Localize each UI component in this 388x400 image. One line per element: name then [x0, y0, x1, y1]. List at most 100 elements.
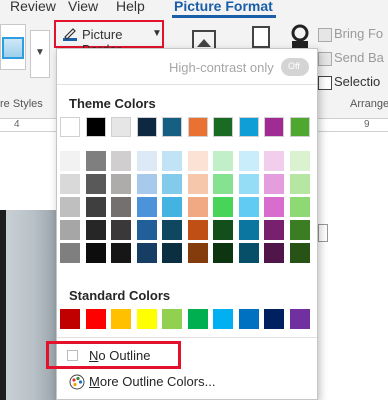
- theme-colors-title: Theme Colors: [69, 96, 156, 111]
- theme-shade-swatch[interactable]: [187, 197, 208, 217]
- theme-shade-swatch[interactable]: [136, 151, 157, 171]
- theme-shade-swatch[interactable]: [289, 220, 310, 240]
- theme-shade-swatch[interactable]: [213, 243, 233, 263]
- no-outline-menu-item[interactable]: No Outline: [46, 341, 181, 369]
- standard-color-swatch[interactable]: [162, 309, 182, 329]
- theme-shade-swatch[interactable]: [264, 174, 284, 194]
- more-outline-colors-label: More Outline Colors...: [89, 374, 216, 389]
- alt-text-icon[interactable]: [252, 26, 270, 48]
- standard-color-swatch[interactable]: [264, 309, 284, 329]
- theme-shade-swatch[interactable]: [187, 220, 208, 240]
- theme-shade-swatch[interactable]: [264, 151, 284, 171]
- theme-shade-swatch[interactable]: [264, 197, 284, 217]
- tab-picture-format[interactable]: Picture Format: [174, 0, 273, 14]
- standard-color-swatch[interactable]: [213, 309, 233, 329]
- theme-shade-swatch[interactable]: [85, 243, 106, 263]
- send-backward-button[interactable]: Send Ba: [334, 50, 384, 65]
- theme-shade-swatch[interactable]: [162, 174, 182, 194]
- no-outline-swatch-icon: [67, 350, 78, 361]
- theme-color-swatch[interactable]: [187, 117, 208, 137]
- picture-style-preview-icon: [2, 37, 24, 59]
- theme-shade-swatch[interactable]: [289, 197, 310, 217]
- theme-shade-swatch[interactable]: [213, 151, 233, 171]
- standard-color-swatch[interactable]: [187, 309, 208, 329]
- divider: [57, 84, 317, 85]
- theme-shade-swatch[interactable]: [85, 220, 106, 240]
- theme-shade-swatch[interactable]: [136, 220, 157, 240]
- theme-color-swatch[interactable]: [60, 117, 80, 137]
- theme-shade-swatch[interactable]: [60, 197, 80, 217]
- theme-color-swatch[interactable]: [85, 117, 106, 137]
- standard-color-swatch[interactable]: [85, 309, 106, 329]
- theme-shade-swatch[interactable]: [60, 151, 80, 171]
- theme-shade-swatch[interactable]: [238, 197, 259, 217]
- tab-view[interactable]: View: [68, 0, 98, 14]
- toggle-state-label: Off: [288, 61, 300, 71]
- standard-color-swatch[interactable]: [238, 309, 259, 329]
- theme-shade-swatch[interactable]: [289, 151, 310, 171]
- theme-color-swatch[interactable]: [162, 117, 182, 137]
- theme-shade-swatch[interactable]: [162, 243, 182, 263]
- selection-pane-icon[interactable]: [290, 24, 310, 50]
- theme-color-swatch[interactable]: [264, 117, 284, 137]
- theme-shade-swatch[interactable]: [162, 151, 182, 171]
- theme-shade-swatch[interactable]: [85, 151, 106, 171]
- divider: [57, 337, 317, 338]
- theme-shade-swatch[interactable]: [238, 174, 259, 194]
- theme-shade-swatch[interactable]: [187, 151, 208, 171]
- theme-shade-swatch[interactable]: [187, 174, 208, 194]
- selected-picture[interactable]: [0, 210, 56, 400]
- theme-shade-swatch[interactable]: [289, 243, 310, 263]
- bring-forward-button[interactable]: Bring Fo: [334, 26, 383, 41]
- theme-shade-swatch[interactable]: [111, 220, 131, 240]
- theme-shade-swatch[interactable]: [60, 243, 80, 263]
- standard-color-swatch[interactable]: [136, 309, 157, 329]
- tab-help[interactable]: Help: [116, 0, 145, 14]
- theme-color-swatch[interactable]: [136, 117, 157, 137]
- tab-review[interactable]: Review: [10, 0, 56, 14]
- high-contrast-toggle[interactable]: Off: [281, 58, 309, 76]
- theme-shade-swatch[interactable]: [162, 197, 182, 217]
- ruler-tick-label: 4: [14, 119, 20, 130]
- theme-shade-swatch[interactable]: [213, 174, 233, 194]
- ruler-tick-label: 9: [364, 119, 370, 130]
- theme-shade-swatch[interactable]: [60, 220, 80, 240]
- theme-shade-swatch[interactable]: [238, 243, 259, 263]
- standard-color-swatch[interactable]: [111, 309, 131, 329]
- theme-color-swatch[interactable]: [289, 117, 310, 137]
- theme-shade-swatch[interactable]: [213, 197, 233, 217]
- group-label-arrange: Arrange: [350, 98, 388, 110]
- picture-icon[interactable]: [192, 30, 216, 50]
- theme-shade-swatch[interactable]: [264, 243, 284, 263]
- theme-shade-swatch[interactable]: [111, 151, 131, 171]
- selection-pane-button[interactable]: Selectio: [334, 74, 380, 89]
- theme-shade-swatch[interactable]: [162, 220, 182, 240]
- theme-shade-swatch[interactable]: [213, 220, 233, 240]
- theme-shade-swatch[interactable]: [136, 243, 157, 263]
- theme-shade-swatch[interactable]: [264, 220, 284, 240]
- theme-shade-swatch[interactable]: [111, 197, 131, 217]
- selection-pane-small-icon: [318, 76, 332, 90]
- theme-color-swatch[interactable]: [213, 117, 233, 137]
- theme-color-swatch[interactable]: [238, 117, 259, 137]
- theme-shade-swatch[interactable]: [136, 197, 157, 217]
- theme-shade-swatch[interactable]: [238, 220, 259, 240]
- theme-shade-swatch[interactable]: [289, 174, 310, 194]
- picture-border-button[interactable]: Picture Border ▼: [54, 20, 164, 57]
- theme-shade-swatch[interactable]: [136, 174, 157, 194]
- more-outline-colors-menu-item[interactable]: More Outline Colors...: [57, 371, 317, 393]
- theme-shade-swatch[interactable]: [111, 243, 131, 263]
- theme-shade-swatch[interactable]: [238, 151, 259, 171]
- theme-color-swatch[interactable]: [111, 117, 131, 137]
- theme-shade-swatch[interactable]: [60, 174, 80, 194]
- standard-color-swatch[interactable]: [60, 309, 80, 329]
- theme-shade-swatch[interactable]: [187, 243, 208, 263]
- standard-color-swatch[interactable]: [289, 309, 310, 329]
- theme-shade-swatch[interactable]: [111, 174, 131, 194]
- theme-shade-swatch[interactable]: [85, 197, 106, 217]
- theme-shade-swatch[interactable]: [85, 174, 106, 194]
- gallery-more-button[interactable]: ▼: [30, 30, 50, 78]
- picture-style-thumbnail[interactable]: [0, 24, 26, 70]
- resize-handle[interactable]: [318, 224, 328, 242]
- palette-icon: [69, 374, 85, 390]
